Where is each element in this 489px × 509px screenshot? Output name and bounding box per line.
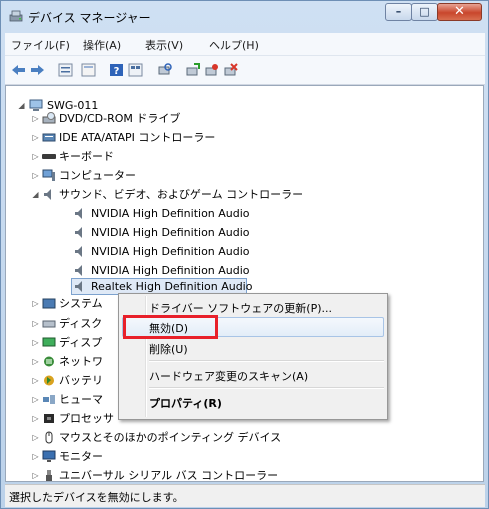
status-text: 選択したデバイスを無効にします。 <box>9 491 184 504</box>
update-driver-icon[interactable] <box>185 63 200 77</box>
tree-label: マウスとそのほかのポインティング デバイス <box>59 431 282 444</box>
collapse-arrow-icon[interactable]: ◢ <box>17 96 26 115</box>
expand-arrow-icon[interactable]: ▷ <box>31 147 40 166</box>
network-icon <box>44 356 54 367</box>
tree-label: IDE ATA/ATAPI コントローラー <box>59 131 216 144</box>
usb-icon <box>46 470 52 481</box>
view-detail-icon[interactable] <box>128 63 143 77</box>
tree-label: システム <box>59 297 103 310</box>
mouse-icon <box>45 431 53 444</box>
expand-arrow-icon[interactable]: ▷ <box>31 109 40 128</box>
tree-label: DVD/CD-ROM ドライブ <box>59 112 181 125</box>
back-arrow-icon[interactable] <box>11 63 26 77</box>
menu-item-uninstall[interactable]: 削除(U) <box>149 341 188 357</box>
speaker-icon <box>44 189 51 200</box>
dvd-drive-icon <box>42 112 56 124</box>
device-label: NVIDIA High Definition Audio <box>91 226 250 239</box>
tree-label: ディスプ <box>59 336 103 349</box>
processor-icon <box>44 414 54 423</box>
menu-file[interactable]: ファイル(F) <box>11 37 70 53</box>
system-icon <box>42 298 56 309</box>
title-bar[interactable]: デバイス マネージャー – □ ✕ <box>1 1 488 31</box>
expand-arrow-icon[interactable]: ▷ <box>31 314 40 333</box>
close-icon: ✕ <box>454 4 465 19</box>
help-icon[interactable]: ? <box>109 63 124 77</box>
window-title: デバイス マネージャー <box>28 11 151 25</box>
menu-action[interactable]: 操作(A) <box>83 37 121 53</box>
close-button[interactable]: ✕ <box>437 3 482 21</box>
speaker-icon <box>75 246 82 257</box>
minimize-button[interactable]: – <box>385 3 412 21</box>
menu-view[interactable]: 表示(V) <box>145 37 183 53</box>
context-menu: ドライバー ソフトウェアの更新(P)... 無効(D) 削除(U) ハードウェア… <box>118 293 388 420</box>
speaker-icon <box>75 265 82 276</box>
tree-label: ヒューマ <box>59 393 103 406</box>
battery-icon <box>44 375 54 386</box>
display-adapter-icon <box>42 337 56 347</box>
expand-arrow-icon[interactable]: ▷ <box>31 371 40 390</box>
menu-item-properties[interactable]: プロパティ(R) <box>149 395 222 411</box>
collapse-arrow-icon[interactable]: ◢ <box>31 185 40 204</box>
forward-arrow-icon[interactable] <box>30 63 45 77</box>
monitor-icon <box>42 450 56 462</box>
hid-icon <box>43 395 55 404</box>
expand-arrow-icon[interactable]: ▷ <box>31 128 40 147</box>
expand-arrow-icon[interactable]: ▷ <box>31 447 40 466</box>
svg-text:?: ? <box>114 66 120 77</box>
menu-item-scan[interactable]: ハードウェア変更のスキャン(A) <box>149 368 308 384</box>
expand-arrow-icon[interactable]: ▷ <box>31 333 40 352</box>
device-manager-window: デバイス マネージャー – □ ✕ ファイル(F) 操作(A) 表示(V) ヘル… <box>0 0 489 509</box>
minimize-icon: – <box>395 5 402 18</box>
computer-icon <box>42 169 55 181</box>
expand-arrow-icon[interactable]: ▷ <box>31 428 40 447</box>
disk-drive-icon <box>42 320 56 328</box>
expand-arrow-icon[interactable]: ▷ <box>31 390 40 409</box>
device-manager-icon <box>9 10 23 22</box>
tree-label: サウンド、ビデオ、およびゲーム コントローラー <box>59 188 304 201</box>
disable-highlight-box <box>123 315 218 339</box>
menu-help[interactable]: ヘルプ(H) <box>209 37 259 53</box>
view-list-icon[interactable] <box>58 63 73 77</box>
maximize-icon: □ <box>419 5 430 18</box>
speaker-icon <box>75 227 82 238</box>
menu-separator <box>149 360 384 362</box>
scan-hardware-icon[interactable] <box>157 63 172 77</box>
tree-label: プロセッサ <box>59 412 114 425</box>
toolbar: ? <box>5 56 485 85</box>
tree-label: ネットワ <box>59 355 103 368</box>
speaker-icon <box>75 281 82 292</box>
speaker-icon <box>75 208 82 219</box>
expand-arrow-icon[interactable]: ▷ <box>31 352 40 371</box>
expand-arrow-icon[interactable]: ▷ <box>31 166 40 185</box>
disable-device-icon[interactable] <box>204 63 219 77</box>
maximize-button[interactable]: □ <box>411 3 438 21</box>
tree-label: ユニバーサル シリアル バス コントローラー <box>59 469 279 482</box>
expand-arrow-icon[interactable]: ▷ <box>31 294 40 313</box>
menu-item-update-driver[interactable]: ドライバー ソフトウェアの更新(P)... <box>149 300 332 316</box>
tree-label: バッテリ <box>59 374 103 387</box>
uninstall-device-icon[interactable] <box>223 63 238 77</box>
status-bar: 選択したデバイスを無効にします。 <box>5 484 485 507</box>
expand-arrow-icon[interactable]: ▷ <box>31 466 40 485</box>
tree-label: ディスク <box>59 317 103 330</box>
tree-label: キーボード <box>59 150 114 163</box>
device-label: NVIDIA High Definition Audio <box>91 207 250 220</box>
expand-arrow-icon[interactable]: ▷ <box>31 409 40 428</box>
caption-buttons: – □ ✕ <box>385 3 482 23</box>
ide-controller-icon <box>42 133 56 142</box>
menu-separator <box>149 387 384 389</box>
tree-label: モニター <box>59 450 103 463</box>
device-label: NVIDIA High Definition Audio <box>91 245 250 258</box>
properties-icon[interactable] <box>81 63 96 77</box>
keyboard-icon <box>42 154 56 159</box>
menu-bar: ファイル(F) 操作(A) 表示(V) ヘルプ(H) <box>5 33 485 56</box>
tree-label: コンピューター <box>59 169 136 182</box>
